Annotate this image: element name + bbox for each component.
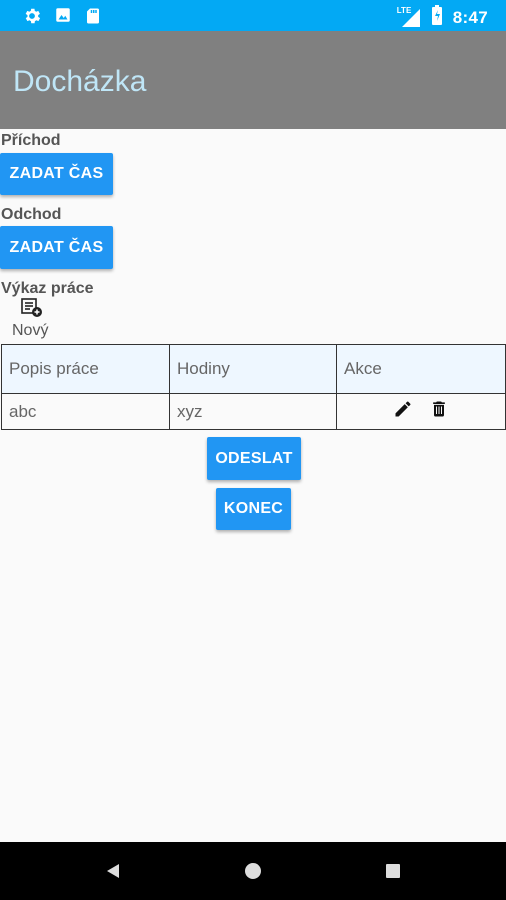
table-row: abc xyz <box>1 393 506 430</box>
arrival-label: Příchod <box>1 132 61 149</box>
recents-icon[interactable] <box>385 863 401 884</box>
column-header-description: Popis práce <box>1 344 170 394</box>
arrival-time-button[interactable]: ZADAT ČAS <box>0 153 113 195</box>
new-entry-label: Nový <box>12 322 49 339</box>
page-title: Docházka <box>13 65 147 98</box>
photo-icon <box>54 6 72 31</box>
edit-icon[interactable] <box>393 399 413 424</box>
battery-icon <box>431 5 443 30</box>
gear-icon <box>22 6 42 31</box>
status-time: 8:47 <box>452 7 488 27</box>
app-bar: Docházka <box>0 31 506 129</box>
delete-icon[interactable] <box>429 399 449 424</box>
sd-card-icon <box>84 6 102 31</box>
navigation-bar <box>0 842 506 900</box>
status-bar: LTE 8:47 <box>0 0 506 31</box>
cell-description: abc <box>1 393 170 430</box>
departure-label: Odchod <box>1 206 62 223</box>
report-label: Výkaz práce <box>1 280 94 297</box>
column-header-actions: Akce <box>336 344 506 394</box>
add-list-icon <box>21 298 43 323</box>
departure-time-button[interactable]: ZADAT ČAS <box>0 226 113 269</box>
cell-hours: xyz <box>169 393 337 430</box>
work-report-table: Popis práce Hodiny Akce abc xyz <box>1 344 506 430</box>
column-header-hours: Hodiny <box>169 344 337 394</box>
send-button[interactable]: ODESLAT <box>207 437 301 480</box>
table-header-row: Popis práce Hodiny Akce <box>1 344 506 394</box>
network-type-label: LTE <box>396 5 412 15</box>
end-button[interactable]: KONEC <box>216 488 291 530</box>
cell-actions <box>336 393 506 430</box>
home-icon[interactable] <box>244 862 262 885</box>
signal-icon: LTE <box>396 5 421 28</box>
back-icon[interactable] <box>104 862 122 885</box>
